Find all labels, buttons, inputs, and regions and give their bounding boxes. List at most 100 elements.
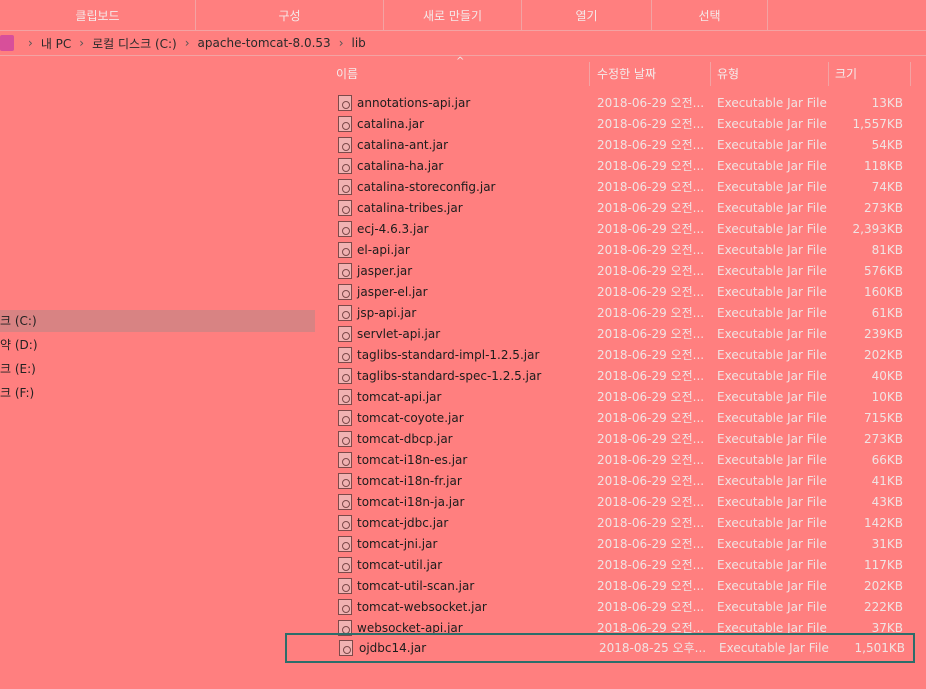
column-header-date[interactable]: 수정한 날짜: [591, 62, 711, 86]
file-row[interactable]: servlet-api.jar 2018-06-29 오전... Executabl…: [330, 324, 910, 345]
file-date: 2018-06-29 오전...: [597, 306, 703, 320]
ribbon-group-label: 구성: [278, 8, 301, 23]
file-date: 2018-08-25 오후...: [599, 641, 705, 655]
file-row[interactable]: catalina-ant.jar 2018-06-29 오전... Executab…: [330, 135, 910, 156]
file-name: ojdbc14.jar: [359, 641, 427, 655]
chevron-right-icon[interactable]: ›: [28, 36, 33, 50]
ribbon-group-organize[interactable]: 구성: [196, 0, 384, 30]
breadcrumb-tomcat[interactable]: apache-tomcat-8.0.53: [198, 36, 331, 50]
file-date: 2018-06-29 오전...: [597, 600, 703, 614]
file-type: Executable Jar File: [717, 432, 827, 446]
file-row[interactable]: jsp-api.jar 2018-06-29 오전... Executable Ja…: [330, 303, 910, 324]
jar-file-icon: [338, 452, 352, 468]
file-size: 222KB: [863, 600, 903, 614]
file-type: Executable Jar File: [717, 264, 827, 278]
file-row[interactable]: catalina-storeconfig.jar 2018-06-29 오전...…: [330, 177, 910, 198]
file-date: 2018-06-29 오전...: [597, 390, 703, 404]
file-type: Executable Jar File: [717, 495, 827, 509]
file-date: 2018-06-29 오전...: [597, 369, 703, 383]
file-row[interactable]: tomcat-i18n-es.jar 2018-06-29 오전... Execut…: [330, 450, 910, 471]
chevron-right-icon[interactable]: ›: [185, 36, 190, 50]
file-name: tomcat-i18n-es.jar: [357, 453, 468, 467]
file-name: ecj-4.6.3.jar: [357, 222, 429, 236]
file-name: catalina.jar: [357, 117, 425, 131]
file-row[interactable]: taglibs-standard-spec-1.2.5.jar 2018-06-2…: [330, 366, 910, 387]
file-date: 2018-06-29 오전...: [597, 285, 703, 299]
file-row[interactable]: tomcat-jdbc.jar 2018-06-29 오전... Executabl…: [330, 513, 910, 534]
file-row[interactable]: ojdbc14.jar 2018-08-25 오후... Executable Ja…: [285, 633, 915, 663]
ribbon-group-open[interactable]: 열기: [522, 0, 652, 30]
file-row[interactable]: tomcat-dbcp.jar 2018-06-29 오전... Executabl…: [330, 429, 910, 450]
file-row[interactable]: catalina-ha.jar 2018-06-29 오전... Executabl…: [330, 156, 910, 177]
column-header-name[interactable]: 이름: [330, 62, 590, 86]
file-size: 202KB: [863, 579, 903, 593]
chevron-right-icon[interactable]: ›: [339, 36, 344, 50]
file-size: 273KB: [863, 201, 903, 215]
jar-file-icon: [338, 179, 352, 195]
ribbon-group-select[interactable]: 선택: [652, 0, 768, 30]
column-header-label: 이름: [336, 67, 359, 81]
ribbon-group-new[interactable]: 새로 만들기: [384, 0, 522, 30]
file-size: 13KB: [871, 96, 903, 110]
nav-item-label: 크 (E:): [0, 362, 36, 376]
jar-file-icon: [338, 557, 352, 573]
file-size: 54KB: [871, 138, 903, 152]
file-date: 2018-06-29 오전...: [597, 537, 703, 551]
file-date: 2018-06-29 오전...: [597, 159, 703, 173]
jar-file-icon: [338, 95, 352, 111]
file-size: 41KB: [871, 474, 903, 488]
column-header-type[interactable]: 유형: [711, 62, 829, 86]
jar-file-icon: [338, 242, 352, 258]
file-row[interactable]: jasper-el.jar 2018-06-29 오전... Executable …: [330, 282, 910, 303]
file-size: 61KB: [871, 306, 903, 320]
file-row[interactable]: tomcat-coyote.jar 2018-06-29 오전... Executa…: [330, 408, 910, 429]
jar-file-icon: [338, 263, 352, 279]
file-row[interactable]: catalina-tribes.jar 2018-06-29 오전... Execu…: [330, 198, 910, 219]
nav-item-drive-c[interactable]: 크 (C:): [0, 310, 315, 332]
jar-file-icon: [338, 578, 352, 594]
breadcrumb-this-pc[interactable]: 내 PC: [41, 35, 71, 52]
file-row[interactable]: tomcat-i18n-fr.jar 2018-06-29 오전... Execut…: [330, 471, 910, 492]
nav-item-drive-d[interactable]: 약 (D:): [0, 334, 315, 356]
file-date: 2018-06-29 오전...: [597, 348, 703, 362]
jar-file-icon: [338, 368, 352, 384]
file-row[interactable]: el-api.jar 2018-06-29 오전... Executable Jar…: [330, 240, 910, 261]
file-row[interactable]: tomcat-util-scan.jar 2018-06-29 오전... Exec…: [330, 576, 910, 597]
jar-file-icon: [338, 158, 352, 174]
file-row[interactable]: tomcat-jni.jar 2018-06-29 오전... Executable…: [330, 534, 910, 555]
nav-item-drive-e[interactable]: 크 (E:): [0, 358, 315, 380]
breadcrumb-local-disk[interactable]: 로컬 디스크 (C:): [92, 35, 177, 52]
file-row[interactable]: taglibs-standard-impl-1.2.5.jar 2018-06-2…: [330, 345, 910, 366]
file-type: Executable Jar File: [717, 96, 827, 110]
file-type: Executable Jar File: [717, 285, 827, 299]
ribbon-group-label: 새로 만들기: [422, 8, 482, 23]
file-row[interactable]: tomcat-i18n-ja.jar 2018-06-29 오전... Execut…: [330, 492, 910, 513]
column-header-size[interactable]: 크기: [829, 62, 911, 86]
address-bar[interactable]: › 내 PC › 로컬 디스크 (C:) › apache-tomcat-8.0…: [0, 31, 926, 56]
file-type: Executable Jar File: [717, 180, 827, 194]
file-row[interactable]: annotations-api.jar 2018-06-29 오전... Execu…: [330, 93, 910, 114]
file-row[interactable]: tomcat-websocket.jar 2018-06-29 오전... Exec…: [330, 597, 910, 618]
file-type: Executable Jar File: [717, 390, 827, 404]
jar-file-icon: [338, 326, 352, 342]
file-name: jasper.jar: [357, 264, 413, 278]
file-name: tomcat-jdbc.jar: [357, 516, 449, 530]
file-row[interactable]: catalina.jar 2018-06-29 오전... Executable J…: [330, 114, 910, 135]
file-row[interactable]: ecj-4.6.3.jar 2018-06-29 오전... Executable …: [330, 219, 910, 240]
file-row[interactable]: jasper.jar 2018-06-29 오전... Executable Jar…: [330, 261, 910, 282]
file-row[interactable]: tomcat-api.jar 2018-06-29 오전... Executable…: [330, 387, 910, 408]
file-size: 117KB: [863, 558, 903, 572]
file-date: 2018-06-29 오전...: [597, 222, 703, 236]
chevron-right-icon[interactable]: ›: [79, 36, 84, 50]
column-header-label: 수정한 날짜: [597, 67, 657, 81]
column-header-label: 유형: [717, 67, 740, 81]
file-size: 43KB: [871, 495, 903, 509]
column-header-label: 크기: [835, 67, 858, 81]
nav-item-drive-f[interactable]: 크 (F:): [0, 382, 315, 404]
breadcrumb-lib[interactable]: lib: [352, 36, 366, 50]
file-date: 2018-06-29 오전...: [597, 411, 703, 425]
file-row[interactable]: tomcat-util.jar 2018-06-29 오전... Executabl…: [330, 555, 910, 576]
ribbon-group-clipboard[interactable]: 클립보드: [0, 0, 196, 30]
jar-file-icon: [338, 494, 352, 510]
file-size: 202KB: [863, 348, 903, 362]
